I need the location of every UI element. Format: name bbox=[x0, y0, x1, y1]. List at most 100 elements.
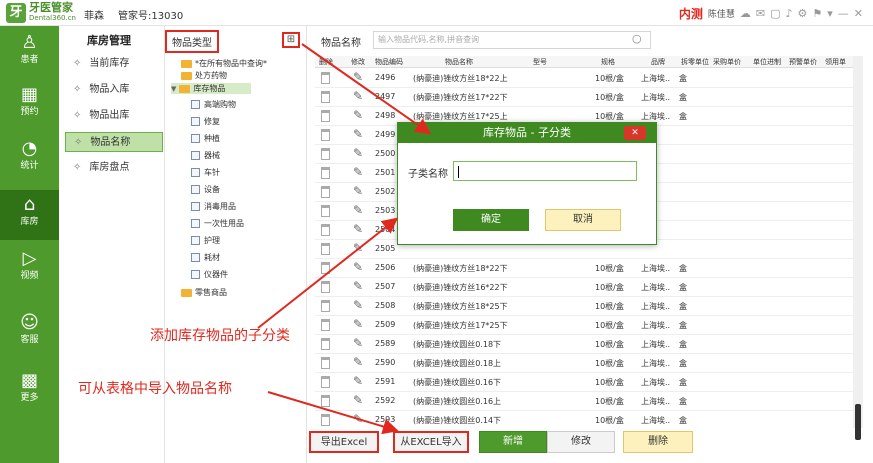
minimize-icon[interactable]: — bbox=[838, 7, 849, 20]
table-row[interactable]: ✎ 2593 (纳豪迪)锉纹圆丝0.14下 10根/盒 上海埃.. 盒 bbox=[315, 411, 853, 428]
wifi-icon[interactable]: ▾ bbox=[827, 7, 833, 20]
tree-node[interactable]: 器械 bbox=[191, 150, 220, 161]
tree-node[interactable]: 护理 bbox=[191, 235, 220, 246]
submenu-item-item-names[interactable]: ✧ 物品名称 bbox=[65, 132, 163, 152]
expand-arrow-icon[interactable]: ▼ bbox=[171, 85, 176, 93]
edit-pencil-icon[interactable]: ✎ bbox=[353, 317, 363, 331]
edit-pencil-icon[interactable]: ✎ bbox=[353, 336, 363, 350]
edit-pencil-icon[interactable]: ✎ bbox=[353, 127, 363, 141]
table-row[interactable]: ✎ 2509 (纳豪迪)锉纹方丝17*25下 10根/盒 上海埃.. 盒 bbox=[315, 316, 853, 335]
nav-item-support[interactable]: ☺ 客服 bbox=[0, 308, 59, 358]
edit-pencil-icon[interactable]: ✎ bbox=[353, 203, 363, 217]
nav-item-patients[interactable]: ♙ 患者 bbox=[0, 28, 59, 78]
edit-pencil-icon[interactable]: ✎ bbox=[353, 222, 363, 236]
settings-icon[interactable]: ⚙ bbox=[798, 7, 808, 20]
nav-item-warehouse[interactable]: ⌂ 库房 bbox=[0, 190, 59, 240]
edit-pencil-icon[interactable]: ✎ bbox=[353, 89, 363, 103]
trash-icon[interactable] bbox=[321, 300, 330, 312]
tree-node[interactable]: 修复 bbox=[191, 116, 220, 127]
tree-node[interactable]: 耗材 bbox=[191, 252, 220, 263]
close-icon[interactable]: ✕ bbox=[854, 7, 863, 20]
trash-icon[interactable] bbox=[321, 148, 330, 160]
trash-icon[interactable] bbox=[321, 357, 330, 369]
trash-icon[interactable] bbox=[321, 414, 330, 426]
submenu-item-inventory[interactable]: ✧ 库房盘点 bbox=[65, 158, 163, 178]
submenu-item-stock-out[interactable]: ✧ 物品出库 bbox=[65, 106, 163, 126]
search-icon[interactable]: ○ bbox=[632, 32, 642, 45]
table-row[interactable]: ✎ 2506 (纳豪迪)锉纹方丝18*22下 10根/盒 上海埃.. 盒 bbox=[315, 259, 853, 278]
trash-icon[interactable] bbox=[321, 129, 330, 141]
trash-icon[interactable] bbox=[321, 224, 330, 236]
export-excel-button[interactable]: 导出Excel bbox=[309, 431, 379, 453]
nav-item-stats[interactable]: ◔ 统计 bbox=[0, 134, 59, 184]
edit-pencil-icon[interactable]: ✎ bbox=[353, 355, 363, 369]
tree-node[interactable]: 处方药物 bbox=[181, 70, 227, 81]
edit-pencil-icon[interactable]: ✎ bbox=[353, 412, 363, 426]
table-row[interactable]: ✎ 2508 (纳豪迪)锉纹方丝18*25下 10根/盒 上海埃.. 盒 bbox=[315, 297, 853, 316]
trash-icon[interactable] bbox=[321, 186, 330, 198]
edit-pencil-icon[interactable]: ✎ bbox=[353, 374, 363, 388]
nav-item-appointments[interactable]: ▦ 预约 bbox=[0, 80, 59, 130]
tree-node[interactable]: 一次性用品 bbox=[191, 218, 244, 229]
edit-pencil-icon[interactable]: ✎ bbox=[353, 241, 363, 255]
add-subcategory-icon[interactable]: ⊞ bbox=[282, 32, 300, 48]
edit-pencil-icon[interactable]: ✎ bbox=[353, 108, 363, 122]
trash-icon[interactable] bbox=[321, 243, 330, 255]
nav-item-more[interactable]: ▩ 更多 bbox=[0, 366, 59, 416]
dialog-ok-button[interactable]: 确定 bbox=[453, 209, 529, 231]
edit-pencil-icon[interactable]: ✎ bbox=[353, 260, 363, 274]
table-row[interactable]: ✎ 2497 (纳豪迪)锉纹方丝17*22下 10根/盒 上海埃.. 盒 bbox=[315, 88, 853, 107]
trash-icon[interactable] bbox=[321, 376, 330, 388]
edit-pencil-icon[interactable]: ✎ bbox=[353, 393, 363, 407]
trash-icon[interactable] bbox=[321, 91, 330, 103]
delete-button[interactable]: 删除 bbox=[623, 431, 693, 453]
import-excel-button[interactable]: 从EXCEL导入 bbox=[393, 431, 469, 453]
table-row[interactable]: ✎ 2507 (纳豪迪)锉纹方丝16*22下 10根/盒 上海埃.. 盒 bbox=[315, 278, 853, 297]
tree-node[interactable]: 种植 bbox=[191, 133, 220, 144]
submenu-item-current-stock[interactable]: ✧ 当前库存 bbox=[65, 54, 163, 74]
edit-pencil-icon[interactable]: ✎ bbox=[353, 184, 363, 198]
tree-node-selected[interactable]: ▼ 库存物品 bbox=[171, 83, 251, 94]
dialog-close-icon[interactable]: ✕ bbox=[624, 126, 646, 140]
nav-item-video[interactable]: ▷ 视频 bbox=[0, 244, 59, 294]
edit-pencil-icon[interactable]: ✎ bbox=[353, 70, 363, 84]
edit-pencil-icon[interactable]: ✎ bbox=[353, 298, 363, 312]
table-row[interactable]: ✎ 2590 (纳豪迪)锉纹圆丝0.18上 10根/盒 上海埃.. 盒 bbox=[315, 354, 853, 373]
table-row[interactable]: ✎ 2592 (纳豪迪)锉纹圆丝0.16上 10根/盒 上海埃.. 盒 bbox=[315, 392, 853, 411]
submenu-item-stock-in[interactable]: ✧ 物品入库 bbox=[65, 80, 163, 100]
username[interactable]: 陈佳慧 bbox=[708, 7, 735, 20]
tree-node[interactable]: 零售商品 bbox=[181, 287, 227, 298]
signal-icon[interactable]: ⚑ bbox=[812, 7, 822, 20]
message-icon[interactable]: ✉ bbox=[756, 7, 765, 20]
tree-node[interactable]: 高端购物 bbox=[191, 99, 236, 110]
trash-icon[interactable] bbox=[321, 338, 330, 350]
trash-icon[interactable] bbox=[321, 167, 330, 179]
tree-node[interactable]: 设备 bbox=[191, 184, 220, 195]
edit-pencil-icon[interactable]: ✎ bbox=[353, 165, 363, 179]
search-input[interactable]: 输入物品代码,名称,拼音查询 bbox=[373, 31, 651, 49]
table-row[interactable]: ✎ 2589 (纳豪迪)锉纹圆丝0.18下 10根/盒 上海埃.. 盒 bbox=[315, 335, 853, 354]
tree-node[interactable]: 仪器件 bbox=[191, 269, 228, 280]
table-row[interactable]: ✎ 2591 (纳豪迪)锉纹圆丝0.16下 10根/盒 上海埃.. 盒 bbox=[315, 373, 853, 392]
dialog-cancel-button[interactable]: 取消 bbox=[545, 209, 621, 231]
tree-node[interactable]: 车针 bbox=[191, 167, 220, 178]
trash-icon[interactable] bbox=[321, 395, 330, 407]
trash-icon[interactable] bbox=[321, 262, 330, 274]
trash-icon[interactable] bbox=[321, 110, 330, 122]
bell-icon[interactable]: ♪ bbox=[785, 7, 792, 20]
table-row[interactable]: ✎ 2496 (纳豪迪)锉纹方丝18*22上 10根/盒 上海埃.. 盒 bbox=[315, 69, 853, 88]
edit-button[interactable]: 修改 bbox=[547, 431, 615, 453]
trash-icon[interactable] bbox=[321, 205, 330, 217]
trash-icon[interactable] bbox=[321, 281, 330, 293]
subcategory-name-input[interactable] bbox=[453, 161, 637, 181]
add-button[interactable]: 新增 bbox=[479, 431, 547, 453]
edit-pencil-icon[interactable]: ✎ bbox=[353, 279, 363, 293]
tree-node[interactable]: 消毒用品 bbox=[191, 201, 236, 212]
vertical-scrollbar[interactable] bbox=[853, 56, 863, 440]
trash-icon[interactable] bbox=[321, 72, 330, 84]
trash-icon[interactable] bbox=[321, 319, 330, 331]
window-icon[interactable]: ▢ bbox=[770, 7, 780, 20]
chat-icon[interactable]: ☁ bbox=[740, 7, 751, 20]
tree-node[interactable]: *在所有物品中查询* bbox=[181, 58, 267, 69]
edit-pencil-icon[interactable]: ✎ bbox=[353, 146, 363, 160]
